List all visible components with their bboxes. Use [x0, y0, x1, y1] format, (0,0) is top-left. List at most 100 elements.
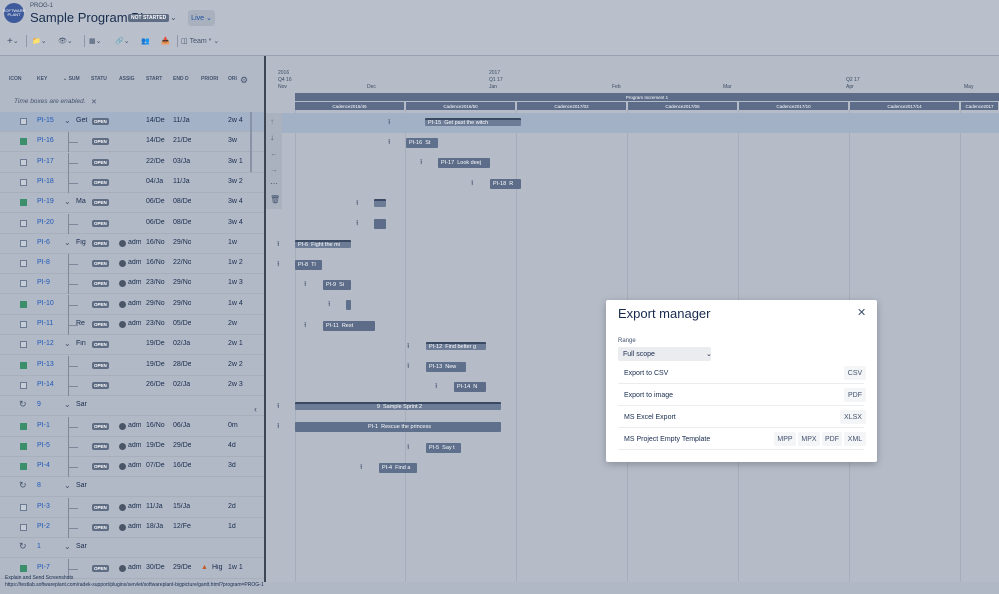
issue-key-link[interactable]: PI-11	[37, 320, 53, 327]
table-row[interactable]: PI-6 ⌄ Fig OPEN adm 16/No 29/No 1w	[0, 234, 264, 254]
table-row[interactable]: PI-3 OPEN adm 11/Ja 15/Ja 2d	[0, 497, 264, 518]
dependency-icon[interactable]: ⭱	[356, 199, 358, 210]
grid-scrollbar[interactable]	[250, 112, 252, 172]
cadence-band[interactable]: Cadence2016/46	[295, 102, 405, 110]
gantt-bar-sprint-9[interactable]: 9 Sample Sprint 2	[295, 402, 501, 410]
table-row[interactable]: PI-10 OPEN adm 29/No 29/No 1w 4	[0, 294, 264, 315]
export-xlsx-button[interactable]: XLSX	[840, 410, 866, 424]
table-row[interactable]: PI-13 OPEN 19/De 28/De 2w 2	[0, 355, 264, 376]
cadence-band[interactable]: Cadence2017/02	[517, 102, 627, 110]
people-button[interactable]: 👥	[141, 33, 150, 49]
dependency-icon[interactable]: ⭱	[277, 260, 279, 271]
close-icon[interactable]: ✕	[91, 98, 97, 106]
dependency-icon[interactable]: ⭱	[304, 321, 306, 332]
gantt-bar-PI-11[interactable]: PI-11 Rest	[323, 321, 375, 331]
arrow-right-icon[interactable]: →	[270, 165, 278, 174]
issue-key-link[interactable]: 8	[37, 482, 41, 489]
table-row[interactable]: PI-14 OPEN 26/De 02/Ja 2w 3	[0, 375, 264, 396]
dependency-icon[interactable]: ⭱	[304, 280, 306, 291]
chevron-down-icon[interactable]: ⌄	[64, 542, 71, 551]
column-header-original[interactable]: ORI	[228, 76, 237, 82]
dependency-icon[interactable]: ⭱	[277, 402, 279, 413]
issue-key-link[interactable]: PI-13	[37, 361, 54, 368]
gantt-bar-PI-9[interactable]: PI-9 Si	[323, 280, 351, 290]
dependency-icon[interactable]: ⭱	[277, 422, 279, 433]
table-row[interactable]: PI-1 OPEN adm 16/No 06/Ja 0m	[0, 416, 264, 437]
issue-key-link[interactable]: PI-19	[37, 198, 54, 205]
issue-key-link[interactable]: PI-2	[37, 523, 50, 530]
chevron-down-icon[interactable]: ⌄	[64, 400, 71, 409]
dependency-icon[interactable]: ⭱	[407, 342, 409, 353]
cadence-band[interactable]: Cadence2017/14	[850, 102, 960, 110]
column-header-end[interactable]: END D	[173, 76, 189, 82]
export-project-pdf-button[interactable]: PDF	[822, 432, 842, 446]
arrow-left-icon[interactable]: ←	[270, 149, 278, 158]
gantt-bar-PI-19[interactable]	[374, 199, 386, 207]
chevron-down-icon[interactable]: ⌄	[64, 197, 71, 206]
live-dropdown[interactable]: Live ⌄	[188, 10, 215, 26]
issue-key-link[interactable]: PI-10	[37, 300, 54, 307]
issue-key-link[interactable]: PI-3	[37, 503, 50, 510]
dependency-icon[interactable]: ⭱	[407, 443, 409, 454]
issue-key-link[interactable]: PI-5	[37, 442, 50, 449]
view-button[interactable]: 👁 ⌄	[58, 33, 73, 49]
dependency-icon[interactable]: ⭱	[360, 463, 362, 474]
table-row[interactable]: PI-8 OPEN adm 16/No 22/No 1w 2	[0, 254, 264, 275]
folder-button[interactable]: 📁 ⌄	[32, 33, 47, 49]
cadence-band[interactable]: Cadence2017/06	[628, 102, 738, 110]
gantt-bar-PI-1[interactable]: PI-1 Rescue the princess	[295, 422, 501, 432]
table-row[interactable]: PI-17 OPEN 22/De 03/Ja 3w 1	[0, 152, 264, 173]
export-xml-button[interactable]: XML	[844, 432, 866, 446]
gantt-bar-PI-6[interactable]: PI-6 Fight the mi	[295, 240, 351, 248]
dependency-icon[interactable]: ⭱	[356, 219, 358, 230]
dependency-icon[interactable]: ⭱	[277, 240, 279, 251]
arrow-down-icon[interactable]: ↓	[270, 133, 274, 142]
issue-key-link[interactable]: 9	[37, 401, 41, 408]
dependency-icon[interactable]: ⭱	[420, 158, 422, 169]
column-header-key[interactable]: KEY	[37, 76, 47, 82]
export-mpx-button[interactable]: MPX	[798, 432, 820, 446]
sprint-row[interactable]: ↻ 8 ⌄ Sar	[0, 477, 264, 498]
table-row[interactable]: PI-4 OPEN adm 07/De 16/De 3d	[0, 457, 264, 478]
chevron-down-icon[interactable]: ⌄	[64, 238, 71, 247]
column-header-start[interactable]: START	[146, 76, 162, 82]
issue-key-link[interactable]: PI-6	[37, 239, 50, 246]
issue-key-link[interactable]: PI-14	[37, 381, 54, 388]
issue-key-link[interactable]: PI-1	[37, 422, 50, 429]
table-row[interactable]: PI-20 OPEN 06/De 08/De 3w 4	[0, 213, 264, 234]
export-image-pdf-button[interactable]: PDF	[844, 388, 866, 402]
table-row[interactable]: PI-16 OPEN 14/De 21/De 3w	[0, 132, 264, 153]
dependency-icon[interactable]: ⭱	[388, 118, 390, 129]
trash-icon[interactable]: 🗑	[270, 195, 280, 204]
range-select[interactable]: Full scope ⌄	[618, 347, 712, 361]
issue-key-link[interactable]: PI-18	[37, 178, 54, 185]
dependency-icon[interactable]: ⭱	[435, 382, 437, 393]
gantt-bar-PI-4[interactable]: PI-4 Find a	[379, 463, 417, 473]
chevron-down-icon[interactable]: ⌄	[64, 481, 71, 490]
issue-key-link[interactable]: PI-9	[37, 279, 50, 286]
dependency-icon[interactable]: ⭱	[388, 138, 390, 149]
gantt-bar-PI-14[interactable]: PI-14 N	[454, 382, 486, 392]
table-row[interactable]: PI-9 OPEN adm 23/No 29/No 1w 3	[0, 274, 264, 295]
sprint-row[interactable]: ↻ 1 ⌄ Sar	[0, 538, 264, 559]
dependency-icon[interactable]: ⭱	[407, 362, 409, 373]
export-button[interactable]: 📥	[161, 33, 170, 49]
table-row[interactable]: PI-11 Re OPEN adm 23/No 05/De 2w	[0, 315, 264, 335]
column-header-summary[interactable]: ⌄ SUM	[63, 76, 80, 82]
issue-key-link[interactable]: PI-16	[37, 137, 54, 144]
columns-button[interactable]: ▦ ⌄	[89, 33, 102, 49]
table-row[interactable]: PI-19 ⌄ Ma OPEN 06/De 08/De 3w 4	[0, 193, 264, 214]
gantt-bar-PI-12[interactable]: PI-12 Find better g	[426, 342, 486, 350]
dependency-icon[interactable]: ⭱	[471, 179, 473, 190]
cadence-band[interactable]: Cadence2016/50	[406, 102, 516, 110]
column-header-priority[interactable]: PRIORI	[201, 76, 218, 82]
gantt-bar-PI-8[interactable]: PI-8 Tl	[295, 260, 322, 270]
chevron-down-icon[interactable]: ⌄	[64, 116, 71, 125]
issue-key-link[interactable]: 1	[37, 543, 41, 550]
screenshot-link[interactable]: Explain and Send Screenshots	[5, 575, 73, 581]
gantt-bar-PI-10[interactable]	[346, 300, 351, 310]
gantt-bar-PI-18[interactable]: PI-18 R	[490, 179, 521, 189]
gantt-bar-PI-16[interactable]: PI-16 St	[406, 138, 438, 148]
add-button[interactable]: + ⌄	[7, 33, 19, 49]
export-mpp-button[interactable]: MPP	[774, 432, 796, 446]
